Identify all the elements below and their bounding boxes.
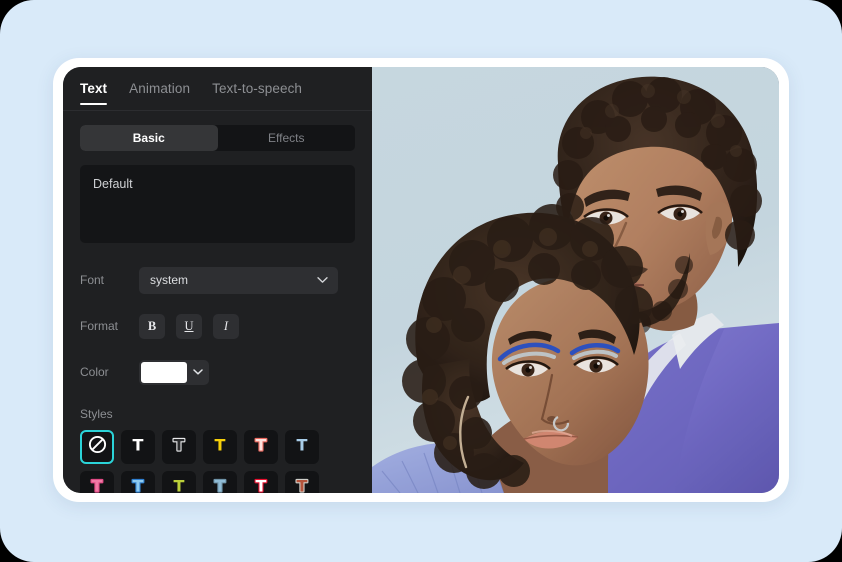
text-style-icon: T bbox=[169, 434, 189, 460]
style-white-crimson-outline[interactable]: T bbox=[244, 471, 278, 493]
segment-basic[interactable]: Basic bbox=[80, 125, 218, 151]
format-label: Format bbox=[80, 319, 119, 333]
text-style-icon: T bbox=[210, 435, 230, 460]
style-white[interactable]: T bbox=[121, 430, 155, 464]
color-swatch[interactable] bbox=[141, 361, 187, 383]
device-screen: Text Animation Text-to-speech Basic Effe… bbox=[63, 67, 779, 493]
text-style-icon: T bbox=[128, 435, 148, 460]
no-style-icon bbox=[88, 435, 107, 459]
color-picker[interactable] bbox=[139, 359, 209, 385]
style-white-red-outline[interactable]: T bbox=[244, 430, 278, 464]
underline-button[interactable]: U bbox=[176, 313, 202, 339]
font-label: Font bbox=[80, 273, 105, 287]
font-select[interactable]: system bbox=[139, 266, 338, 294]
style-light-blue[interactable]: T bbox=[285, 430, 319, 464]
tab-animation[interactable]: Animation bbox=[129, 67, 190, 108]
text-editor-panel: Text Animation Text-to-speech Basic Effe… bbox=[63, 67, 372, 493]
style-lime[interactable]: T bbox=[162, 471, 196, 493]
text-style-icon: T bbox=[292, 435, 312, 460]
tab-text-to-speech[interactable]: Text-to-speech bbox=[212, 67, 302, 108]
style-blue-outline[interactable]: T bbox=[121, 471, 155, 493]
segment-effects[interactable]: Effects bbox=[218, 125, 356, 151]
format-row: Format B U I bbox=[80, 311, 355, 341]
text-style-icon: T bbox=[169, 476, 189, 493]
svg-text:T: T bbox=[256, 476, 267, 493]
svg-text:T: T bbox=[256, 435, 267, 454]
editor-tab-bar: Text Animation Text-to-speech bbox=[63, 67, 372, 111]
svg-text:T: T bbox=[174, 476, 185, 493]
page-root: Text Animation Text-to-speech Basic Effe… bbox=[0, 0, 842, 562]
text-style-icon: T bbox=[210, 475, 230, 493]
text-style-icon: T bbox=[87, 475, 107, 493]
basic-effects-toggle: Basic Effects bbox=[80, 125, 355, 151]
styles-label: Styles bbox=[80, 407, 113, 421]
photo-illustration bbox=[372, 67, 779, 493]
svg-text:T: T bbox=[92, 476, 103, 493]
svg-text:T: T bbox=[215, 435, 226, 454]
color-row: Color bbox=[80, 357, 355, 387]
style-pink[interactable]: T bbox=[80, 471, 114, 493]
font-select-value: system bbox=[150, 273, 189, 287]
text-style-icon: T bbox=[128, 475, 148, 493]
text-input[interactable]: Default bbox=[80, 165, 355, 243]
bold-button[interactable]: B bbox=[139, 313, 165, 339]
chevron-down-icon bbox=[187, 360, 209, 385]
style-rust[interactable]: T bbox=[285, 471, 319, 493]
text-style-icon: T bbox=[251, 475, 271, 493]
video-preview-photo[interactable] bbox=[372, 67, 779, 493]
style-steel-blue[interactable]: T bbox=[203, 471, 237, 493]
svg-text:T: T bbox=[297, 435, 308, 454]
chevron-down-icon bbox=[317, 277, 328, 284]
text-style-icon: T bbox=[251, 434, 271, 460]
style-yellow[interactable]: T bbox=[203, 430, 237, 464]
svg-text:T: T bbox=[174, 435, 185, 454]
font-row: Font system bbox=[80, 265, 355, 295]
device-frame: Text Animation Text-to-speech Basic Effe… bbox=[53, 58, 789, 502]
text-style-icon: T bbox=[292, 475, 312, 493]
svg-text:T: T bbox=[133, 435, 144, 454]
styles-grid: TTTTTTTTTTTTT bbox=[80, 430, 355, 493]
color-label: Color bbox=[80, 365, 109, 379]
svg-text:T: T bbox=[133, 476, 144, 493]
style-outline-white[interactable]: T bbox=[162, 430, 196, 464]
svg-text:T: T bbox=[215, 476, 226, 493]
tab-text[interactable]: Text bbox=[80, 67, 108, 108]
style-none[interactable] bbox=[80, 430, 114, 464]
italic-button[interactable]: I bbox=[213, 313, 239, 339]
svg-text:T: T bbox=[297, 476, 308, 493]
